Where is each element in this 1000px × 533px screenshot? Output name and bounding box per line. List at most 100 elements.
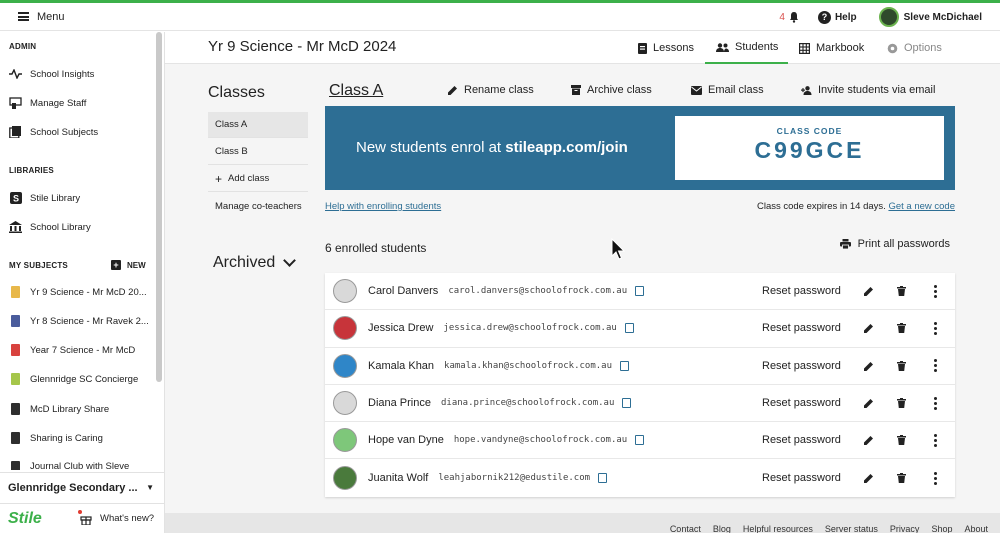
- sidebar-subject-item[interactable]: Journal Club with Sleve: [9, 461, 159, 470]
- sidebar-footer: Stile What's new?: [0, 503, 164, 533]
- sidebar-item-label: Glennridge SC Concierge: [30, 373, 139, 385]
- sidebar-subject-item[interactable]: Yr 8 Science - Mr Ravek 2...: [9, 315, 159, 327]
- my-subjects-section-title: MY SUBJECTS: [9, 261, 68, 270]
- footer-link[interactable]: Blog: [713, 524, 731, 533]
- bell-icon[interactable]: [788, 11, 800, 23]
- footer-link[interactable]: About: [964, 524, 988, 533]
- whats-new-label: What's new?: [100, 513, 155, 524]
- footer-link[interactable]: Contact: [670, 524, 701, 533]
- class-heading[interactable]: Class A: [329, 82, 383, 100]
- user-menu[interactable]: Sleve McDichael: [878, 7, 982, 27]
- sidebar-item-label: Manage Staff: [30, 97, 87, 109]
- sidebar-subject-item[interactable]: Glennridge SC Concierge: [9, 373, 159, 385]
- reset-password-button[interactable]: Reset password: [762, 434, 841, 446]
- stile-logo: Stile: [8, 509, 42, 527]
- sidebar-item-school-insights[interactable]: School Insights: [9, 68, 159, 80]
- help-button[interactable]: ? Help: [817, 10, 857, 24]
- copy-icon[interactable]: [624, 323, 634, 334]
- hamburger-icon: [18, 12, 29, 21]
- footer-link[interactable]: Helpful resources: [743, 524, 813, 533]
- subject-book-icon: [9, 461, 22, 470]
- menu-label: Menu: [37, 10, 65, 23]
- class-item-b[interactable]: Class B: [208, 139, 308, 165]
- tab-label: Lessons: [653, 42, 694, 54]
- footer-link[interactable]: Privacy: [890, 524, 920, 533]
- copy-icon[interactable]: [598, 473, 608, 484]
- tab-options[interactable]: Options: [887, 32, 942, 64]
- action-label: Email class: [708, 84, 764, 96]
- more-options-icon[interactable]: [934, 433, 937, 447]
- subject-book-icon: [9, 403, 22, 415]
- new-subject-button[interactable]: + NEW: [111, 260, 146, 270]
- class-item-a[interactable]: Class A: [208, 112, 308, 138]
- tab-markbook[interactable]: Markbook: [799, 32, 864, 64]
- sidebar-subject-item[interactable]: Yr 9 Science - Mr McD 20...: [9, 286, 159, 298]
- more-options-icon[interactable]: [934, 359, 937, 373]
- help-enrolling-link[interactable]: Help with enrolling students: [325, 201, 441, 212]
- tab-lessons[interactable]: Lessons: [638, 32, 694, 64]
- sidebar-item-label: Sharing is Caring: [30, 432, 103, 444]
- menu-button[interactable]: Menu: [18, 11, 65, 23]
- copy-icon[interactable]: [635, 435, 645, 446]
- reset-password-button[interactable]: Reset password: [762, 322, 841, 334]
- reset-password-button[interactable]: Reset password: [762, 472, 841, 484]
- new-code-link[interactable]: Get a new code: [888, 201, 955, 212]
- reset-password-button[interactable]: Reset password: [762, 397, 841, 409]
- print-all-passwords-button[interactable]: Print all passwords: [839, 238, 950, 250]
- manage-co-teachers-link[interactable]: Manage co-teachers: [208, 193, 308, 219]
- reset-password-button[interactable]: Reset password: [762, 360, 841, 372]
- edit-pencil-icon[interactable]: [864, 435, 874, 446]
- edit-pencil-icon[interactable]: [864, 361, 874, 371]
- more-options-icon[interactable]: [934, 321, 937, 335]
- student-email: jessica.drew@schoolofrock.com.au: [443, 323, 617, 334]
- email-class-button[interactable]: Email class: [691, 82, 764, 98]
- classes-title: Classes: [208, 84, 265, 101]
- invite-students-button[interactable]: Invite students via email: [801, 82, 935, 98]
- more-options-icon[interactable]: [934, 396, 937, 410]
- copy-icon[interactable]: [622, 398, 632, 409]
- trash-icon[interactable]: [897, 398, 906, 409]
- code-expiry-text: Class code expires in 14 days.: [756, 201, 886, 212]
- class-code-box: CLASS CODE C99GCE: [675, 116, 944, 180]
- sidebar-subject-item[interactable]: McD Library Share: [9, 403, 159, 415]
- trash-icon[interactable]: [897, 323, 906, 334]
- rename-class-button[interactable]: Rename class: [448, 82, 534, 98]
- student-avatar: [333, 466, 357, 491]
- sidebar-subject-item[interactable]: Year 7 Science - Mr McD: [9, 344, 159, 356]
- more-options-icon[interactable]: [934, 471, 937, 485]
- student-name: Jessica Drew: [368, 322, 434, 335]
- copy-icon[interactable]: [620, 360, 630, 371]
- archive-class-button[interactable]: Archive class: [571, 82, 652, 98]
- sidebar-scrollbar[interactable]: [156, 32, 162, 382]
- student-row: Jessica Drew jessica.drew@schoolofrock.co…: [325, 310, 955, 348]
- school-selector[interactable]: Glennridge Secondary ... ▼: [0, 472, 164, 502]
- more-options-icon[interactable]: [934, 284, 937, 298]
- footer-link[interactable]: Shop: [931, 524, 952, 533]
- sidebar-subject-item[interactable]: Sharing is Caring: [9, 432, 159, 444]
- edit-pencil-icon[interactable]: [864, 473, 874, 484]
- add-class-button[interactable]: + Add class: [208, 166, 308, 192]
- edit-pencil-icon[interactable]: [864, 323, 874, 334]
- trash-icon[interactable]: [897, 286, 906, 297]
- trash-icon[interactable]: [897, 473, 906, 484]
- tab-students[interactable]: Students: [705, 32, 788, 64]
- trash-icon[interactable]: [897, 360, 906, 371]
- student-row: Juanita Wolf leahjabornik212@edustile.com…: [325, 459, 955, 496]
- whats-new-button[interactable]: What's new?: [78, 509, 155, 526]
- edit-pencil-icon[interactable]: [864, 398, 874, 409]
- footer-links: Contact Blog Helpful resources Server statu…: [670, 524, 988, 533]
- sidebar-item-label: School Subjects: [30, 126, 99, 138]
- sidebar-item-stile-library[interactable]: S Stile Library: [9, 192, 159, 204]
- trash-icon[interactable]: [897, 435, 906, 446]
- student-row: Kamala Khan kamala.khan@schoolofrock.com.…: [325, 348, 955, 385]
- student-email: hope.vandyne@schoolofrock.com.au: [453, 435, 628, 446]
- sidebar-item-school-library[interactable]: School Library: [9, 221, 159, 233]
- footer-link[interactable]: Server status: [825, 524, 878, 533]
- copy-icon[interactable]: [635, 286, 645, 297]
- archived-toggle[interactable]: Archived: [213, 254, 297, 272]
- sidebar-item-manage-staff[interactable]: Manage Staff: [9, 97, 159, 109]
- edit-pencil-icon[interactable]: [864, 286, 874, 297]
- sidebar-item-school-subjects[interactable]: School Subjects: [9, 126, 159, 138]
- student-row: Hope van Dyne hope.vandyne@schoolofrock.c…: [325, 422, 955, 460]
- reset-password-button[interactable]: Reset password: [762, 285, 841, 297]
